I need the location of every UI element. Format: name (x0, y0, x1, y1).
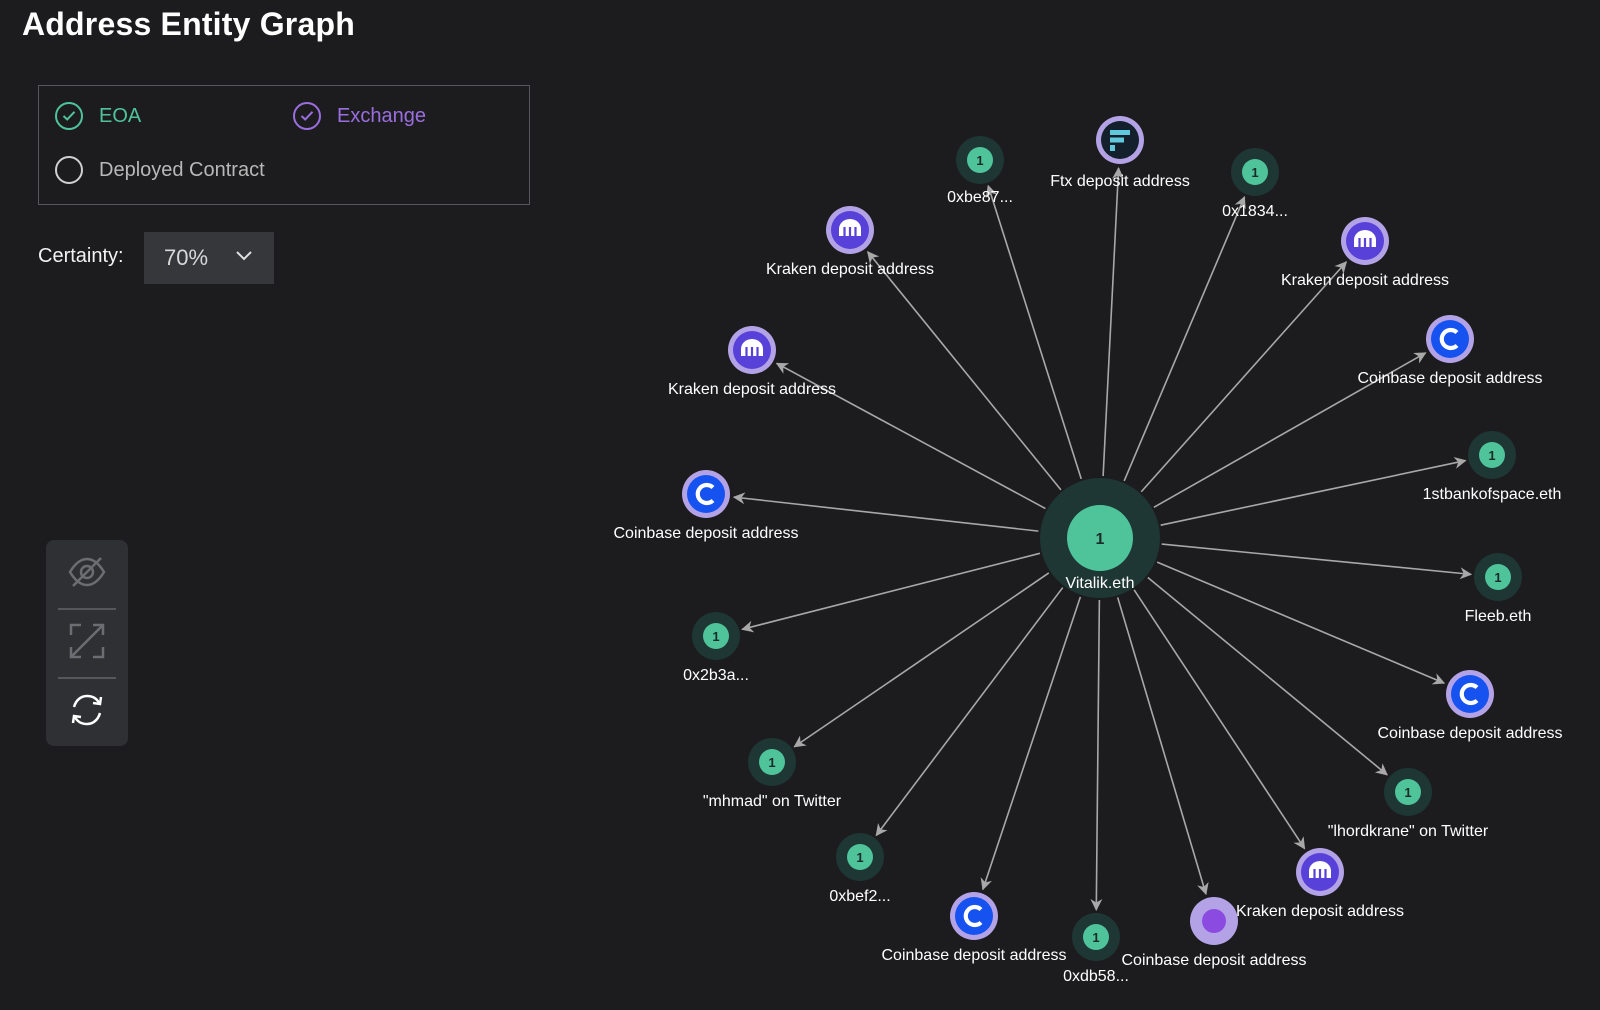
graph-node[interactable]: Coinbase deposit address (1377, 670, 1563, 742)
node-label: 0x1834... (1222, 203, 1288, 220)
node-label: 1stbankofspace.eth (1423, 486, 1562, 503)
node-label: Fleeb.eth (1465, 608, 1532, 625)
node-label: Kraken deposit address (668, 381, 836, 398)
coinbase-logo-icon (955, 897, 993, 935)
graph-edge (985, 184, 1083, 480)
graph-edge (1156, 561, 1446, 685)
graph-node[interactable]: 1 0x1834... (1222, 148, 1288, 220)
graph-node[interactable]: Coinbase deposit address (1357, 315, 1543, 387)
node-badge: 1 (1488, 448, 1495, 463)
node-label: Kraken deposit address (766, 261, 934, 278)
node-badge: 1 (856, 850, 863, 865)
graph-node[interactable]: 1 Fleeb.eth (1465, 553, 1532, 625)
graph-edge (980, 596, 1082, 891)
graph-edge (1102, 166, 1125, 477)
node-badge: 1 (1251, 165, 1258, 180)
unknown-exchange-icon (1202, 909, 1226, 933)
node-badge: 1 (976, 153, 983, 168)
graph-edge (793, 572, 1050, 748)
graph-node[interactable]: Kraken deposit address (766, 206, 934, 278)
node-label: Coinbase deposit address (1121, 952, 1306, 969)
ftx-logo-bar (1110, 145, 1115, 151)
node-label: Coinbase deposit address (1377, 725, 1562, 742)
graph-node[interactable]: 1 "mhmad" on Twitter (703, 738, 842, 810)
graph-edge (1161, 543, 1473, 580)
node-label: Coinbase deposit address (1357, 370, 1542, 387)
node-badge: 1 (1494, 570, 1501, 585)
graph-node[interactable]: 1 1stbankofspace.eth (1423, 431, 1562, 503)
graph-edge (1133, 589, 1306, 850)
center-node[interactable]: 1 Vitalik.eth (1040, 478, 1160, 598)
graph-node[interactable]: Kraken deposit address (1236, 848, 1404, 920)
graph-edge (1090, 599, 1103, 912)
node-label: 0xbef2... (829, 888, 890, 905)
node-badge: 1 (712, 629, 719, 644)
center-node-label: Vitalik.eth (1065, 575, 1134, 592)
node-label: 0xbe87... (947, 189, 1013, 206)
ftx-logo-bar (1110, 130, 1130, 135)
graph-node[interactable]: Ftx deposit address (1050, 116, 1190, 190)
graph-edge (1123, 195, 1246, 482)
node-label: "lhordkrane" on Twitter (1328, 823, 1489, 840)
node-label: Ftx deposit address (1050, 173, 1190, 190)
graph-node[interactable]: Kraken deposit address (1281, 217, 1449, 289)
coinbase-logo-icon (1431, 320, 1469, 358)
graph-edge (875, 587, 1064, 837)
node-label: Coinbase deposit address (881, 947, 1066, 964)
node-badge: 1 (1404, 785, 1411, 800)
entity-graph[interactable]: 1 Vitalik.eth 1 0xbe87... Ftx deposit addr… (0, 0, 1600, 1010)
node-badge: 1 (768, 755, 775, 770)
graph-edge (867, 250, 1062, 491)
node-label: 0x2b3a... (683, 667, 749, 684)
node-label: 0xdb58... (1063, 968, 1129, 985)
graph-node[interactable]: Coinbase deposit address (881, 892, 1067, 964)
graph-node[interactable]: 1 0xbef2... (829, 833, 891, 905)
graph-node[interactable]: 1 0x2b3a... (683, 612, 749, 684)
graph-edge (1116, 597, 1209, 896)
node-badge: 1 (1092, 930, 1099, 945)
node-label: Coinbase deposit address (613, 525, 798, 542)
graph-node[interactable]: Kraken deposit address (668, 326, 836, 398)
center-node-badge: 1 (1096, 531, 1105, 548)
graph-node[interactable]: 1 0xdb58... (1063, 913, 1129, 985)
graph-node[interactable]: Coinbase deposit address (613, 470, 799, 542)
coinbase-logo-icon (1451, 675, 1489, 713)
graph-node[interactable]: 1 0xbe87... (947, 136, 1013, 206)
coinbase-logo-icon (687, 475, 725, 513)
node-label: "mhmad" on Twitter (703, 793, 842, 810)
graph-edge (741, 552, 1041, 633)
graph-edge (1140, 261, 1348, 493)
ftx-logo-bar (1110, 137, 1124, 143)
graph-node[interactable]: 1 "lhordkrane" on Twitter (1328, 768, 1489, 840)
graph-edge (1160, 457, 1467, 526)
node-label: Kraken deposit address (1281, 272, 1449, 289)
graph-edge (1147, 576, 1388, 776)
node-label: Kraken deposit address (1236, 903, 1404, 920)
